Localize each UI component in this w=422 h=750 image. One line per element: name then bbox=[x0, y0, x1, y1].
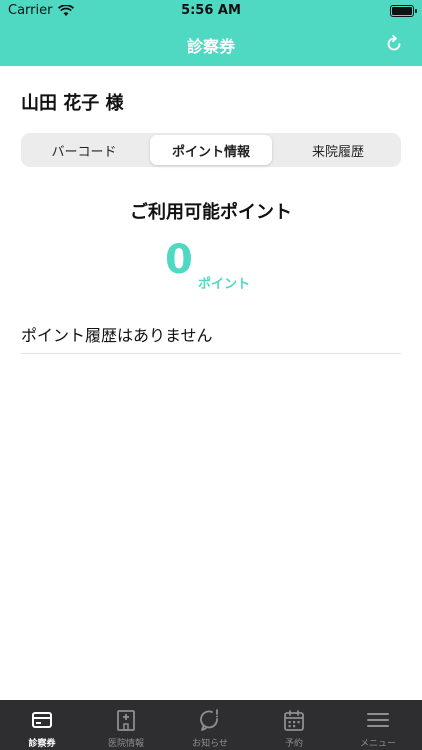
segment-point-info[interactable]: ポイント情報 bbox=[150, 135, 272, 165]
tab-label: 診察券 bbox=[28, 739, 56, 749]
tab-bar: 診察券 医院情報 お知らせ 予約 メニュー bbox=[0, 700, 422, 750]
tab-reservation[interactable]: 予約 bbox=[252, 700, 336, 750]
tab-clinic-info[interactable]: 医院情報 bbox=[84, 700, 168, 750]
segmented-control: バーコード ポイント情報 来院履歴 bbox=[21, 133, 401, 167]
menu-icon bbox=[367, 713, 389, 727]
tab-label: お知らせ bbox=[192, 739, 228, 749]
tab-label: 医院情報 bbox=[107, 739, 144, 749]
battery-icon bbox=[390, 5, 417, 17]
hospital-icon bbox=[117, 710, 135, 731]
tab-label: メニュー bbox=[359, 739, 396, 749]
user-name: 山田 花子 様 bbox=[21, 93, 124, 114]
segment-visit-history[interactable]: 来院履歴 bbox=[277, 135, 399, 165]
status-bar: Carrier 5:56 AM bbox=[0, 0, 422, 22]
page-title: 診察券 bbox=[186, 37, 235, 56]
notification-icon bbox=[200, 709, 218, 731]
tab-label: 予約 bbox=[284, 739, 303, 749]
point-history-empty: ポイント履歴はありません bbox=[21, 326, 213, 345]
card-icon bbox=[32, 712, 52, 728]
points-unit: ポイント bbox=[198, 277, 251, 292]
available-points-title: ご利用可能ポイント bbox=[130, 202, 292, 223]
status-time: 5:56 AM bbox=[181, 3, 241, 18]
tab-card[interactable]: 診察券 bbox=[0, 700, 84, 750]
tab-menu[interactable]: メニュー bbox=[336, 700, 420, 750]
divider bbox=[21, 353, 401, 354]
tab-notifications[interactable]: お知らせ bbox=[168, 700, 252, 750]
refresh-icon[interactable] bbox=[384, 34, 404, 54]
segment-barcode[interactable]: バーコード bbox=[23, 135, 145, 165]
calendar-icon bbox=[284, 710, 304, 731]
points-value: 0 bbox=[165, 237, 193, 283]
header-bar: Carrier 5:56 AM 診察券 bbox=[0, 0, 422, 66]
